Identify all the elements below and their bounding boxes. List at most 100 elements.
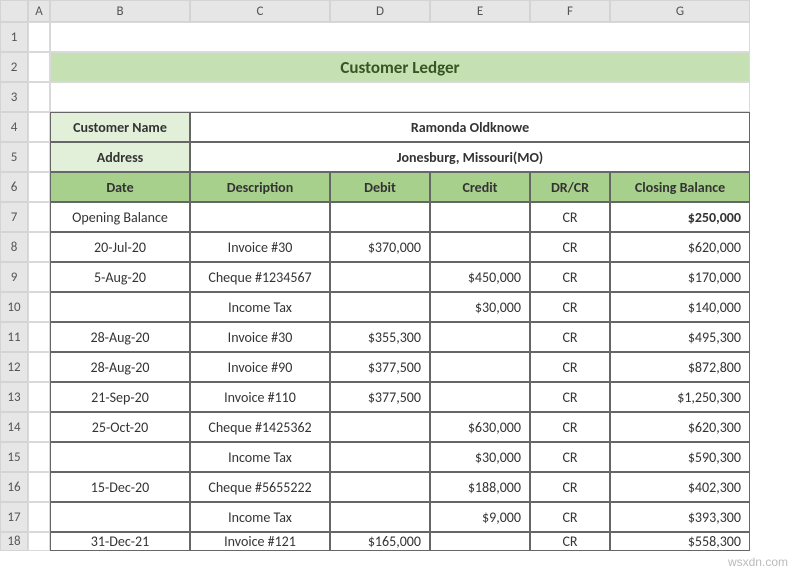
cell-debit[interactable]: $377,500 — [330, 382, 430, 412]
row-header-4[interactable]: 4 — [0, 112, 28, 142]
row-header-17[interactable]: 17 — [0, 502, 28, 532]
cell-debit[interactable] — [330, 292, 430, 322]
cell-credit[interactable] — [430, 232, 530, 262]
row-header-9[interactable]: 9 — [0, 262, 28, 292]
cell-drcr[interactable]: CR — [530, 202, 610, 232]
col-header-E[interactable]: E — [430, 0, 530, 22]
row-header-2[interactable]: 2 — [0, 52, 28, 82]
cell-date[interactable] — [50, 502, 190, 532]
cell-A13[interactable] — [28, 382, 50, 412]
cell-desc[interactable]: Invoice #110 — [190, 382, 330, 412]
cell-closing[interactable]: $170,000 — [610, 262, 750, 292]
cell-date[interactable]: 31-Dec-21 — [50, 532, 190, 551]
cell-row3-blank[interactable] — [50, 82, 750, 112]
cell-credit[interactable] — [430, 382, 530, 412]
cell-A10[interactable] — [28, 292, 50, 322]
cell-drcr[interactable]: CR — [530, 292, 610, 322]
row-header-13[interactable]: 13 — [0, 382, 28, 412]
cell-A4[interactable] — [28, 112, 50, 142]
cell-drcr[interactable]: CR — [530, 442, 610, 472]
cell-desc[interactable]: Cheque #1425362 — [190, 412, 330, 442]
cell-credit[interactable]: $9,000 — [430, 502, 530, 532]
cell-desc[interactable]: Invoice #30 — [190, 232, 330, 262]
cell-drcr[interactable]: CR — [530, 262, 610, 292]
row-header-12[interactable]: 12 — [0, 352, 28, 382]
cell-debit[interactable] — [330, 202, 430, 232]
cell-desc[interactable]: Cheque #5655222 — [190, 472, 330, 502]
cell-drcr[interactable]: CR — [530, 472, 610, 502]
cell-closing[interactable]: $1,250,300 — [610, 382, 750, 412]
cell-debit[interactable] — [330, 502, 430, 532]
cell-A14[interactable] — [28, 412, 50, 442]
cell-date[interactable] — [50, 292, 190, 322]
cell-date[interactable]: 21-Sep-20 — [50, 382, 190, 412]
row-header-11[interactable]: 11 — [0, 322, 28, 352]
value-customer-name[interactable]: Ramonda Oldknowe — [190, 112, 750, 142]
cell-A18[interactable] — [28, 532, 50, 551]
th-credit[interactable]: Credit — [430, 172, 530, 202]
cell-credit[interactable]: $30,000 — [430, 442, 530, 472]
col-header-A[interactable]: A — [28, 0, 50, 22]
row-header-10[interactable]: 10 — [0, 292, 28, 322]
cell-closing[interactable]: $140,000 — [610, 292, 750, 322]
th-closing[interactable]: Closing Balance — [610, 172, 750, 202]
cell-debit[interactable] — [330, 412, 430, 442]
cell-A3[interactable] — [28, 82, 50, 112]
col-header-F[interactable]: F — [530, 0, 610, 22]
cell-A8[interactable] — [28, 232, 50, 262]
th-debit[interactable]: Debit — [330, 172, 430, 202]
cell-closing[interactable]: $590,300 — [610, 442, 750, 472]
cell-desc[interactable]: Invoice #121 — [190, 532, 330, 551]
cell-date[interactable]: Opening Balance — [50, 202, 190, 232]
label-customer-name[interactable]: Customer Name — [50, 112, 190, 142]
row-header-14[interactable]: 14 — [0, 412, 28, 442]
cell-drcr[interactable]: CR — [530, 352, 610, 382]
row-header-1[interactable]: 1 — [0, 22, 28, 52]
select-all-corner[interactable] — [0, 0, 28, 22]
cell-A15[interactable] — [28, 442, 50, 472]
cell-date[interactable]: 5-Aug-20 — [50, 262, 190, 292]
cell-drcr[interactable]: CR — [530, 502, 610, 532]
cell-A5[interactable] — [28, 142, 50, 172]
th-date[interactable]: Date — [50, 172, 190, 202]
col-header-D[interactable]: D — [330, 0, 430, 22]
cell-date[interactable] — [50, 442, 190, 472]
cell-drcr[interactable]: CR — [530, 322, 610, 352]
cell-credit[interactable]: $188,000 — [430, 472, 530, 502]
cell-A16[interactable] — [28, 472, 50, 502]
cell-A1[interactable] — [28, 22, 50, 52]
cell-A11[interactable] — [28, 322, 50, 352]
cell-closing[interactable]: $620,300 — [610, 412, 750, 442]
cell-date[interactable]: 15-Dec-20 — [50, 472, 190, 502]
cell-A2[interactable] — [28, 52, 50, 82]
cell-A6[interactable] — [28, 172, 50, 202]
cell-drcr[interactable]: CR — [530, 412, 610, 442]
row-header-15[interactable]: 15 — [0, 442, 28, 472]
cell-credit[interactable] — [430, 322, 530, 352]
cell-drcr[interactable]: CR — [530, 532, 610, 551]
row-header-5[interactable]: 5 — [0, 142, 28, 172]
row-header-16[interactable]: 16 — [0, 472, 28, 502]
row-header-18[interactable]: 18 — [0, 532, 28, 551]
cell-debit[interactable]: $165,000 — [330, 532, 430, 551]
cell-date[interactable]: 28-Aug-20 — [50, 352, 190, 382]
cell-debit[interactable] — [330, 262, 430, 292]
cell-drcr[interactable]: CR — [530, 382, 610, 412]
row-header-8[interactable]: 8 — [0, 232, 28, 262]
cell-debit[interactable] — [330, 442, 430, 472]
cell-row1-blank[interactable] — [50, 22, 750, 52]
cell-A9[interactable] — [28, 262, 50, 292]
cell-date[interactable]: 20-Jul-20 — [50, 232, 190, 262]
cell-closing[interactable]: $402,300 — [610, 472, 750, 502]
cell-closing[interactable]: $495,300 — [610, 322, 750, 352]
cell-date[interactable]: 25-Oct-20 — [50, 412, 190, 442]
cell-A17[interactable] — [28, 502, 50, 532]
cell-credit[interactable]: $630,000 — [430, 412, 530, 442]
cell-credit[interactable] — [430, 352, 530, 382]
cell-closing[interactable]: $872,800 — [610, 352, 750, 382]
cell-credit[interactable]: $30,000 — [430, 292, 530, 322]
cell-desc[interactable] — [190, 202, 330, 232]
row-header-6[interactable]: 6 — [0, 172, 28, 202]
cell-debit[interactable]: $370,000 — [330, 232, 430, 262]
cell-desc[interactable]: Invoice #30 — [190, 322, 330, 352]
